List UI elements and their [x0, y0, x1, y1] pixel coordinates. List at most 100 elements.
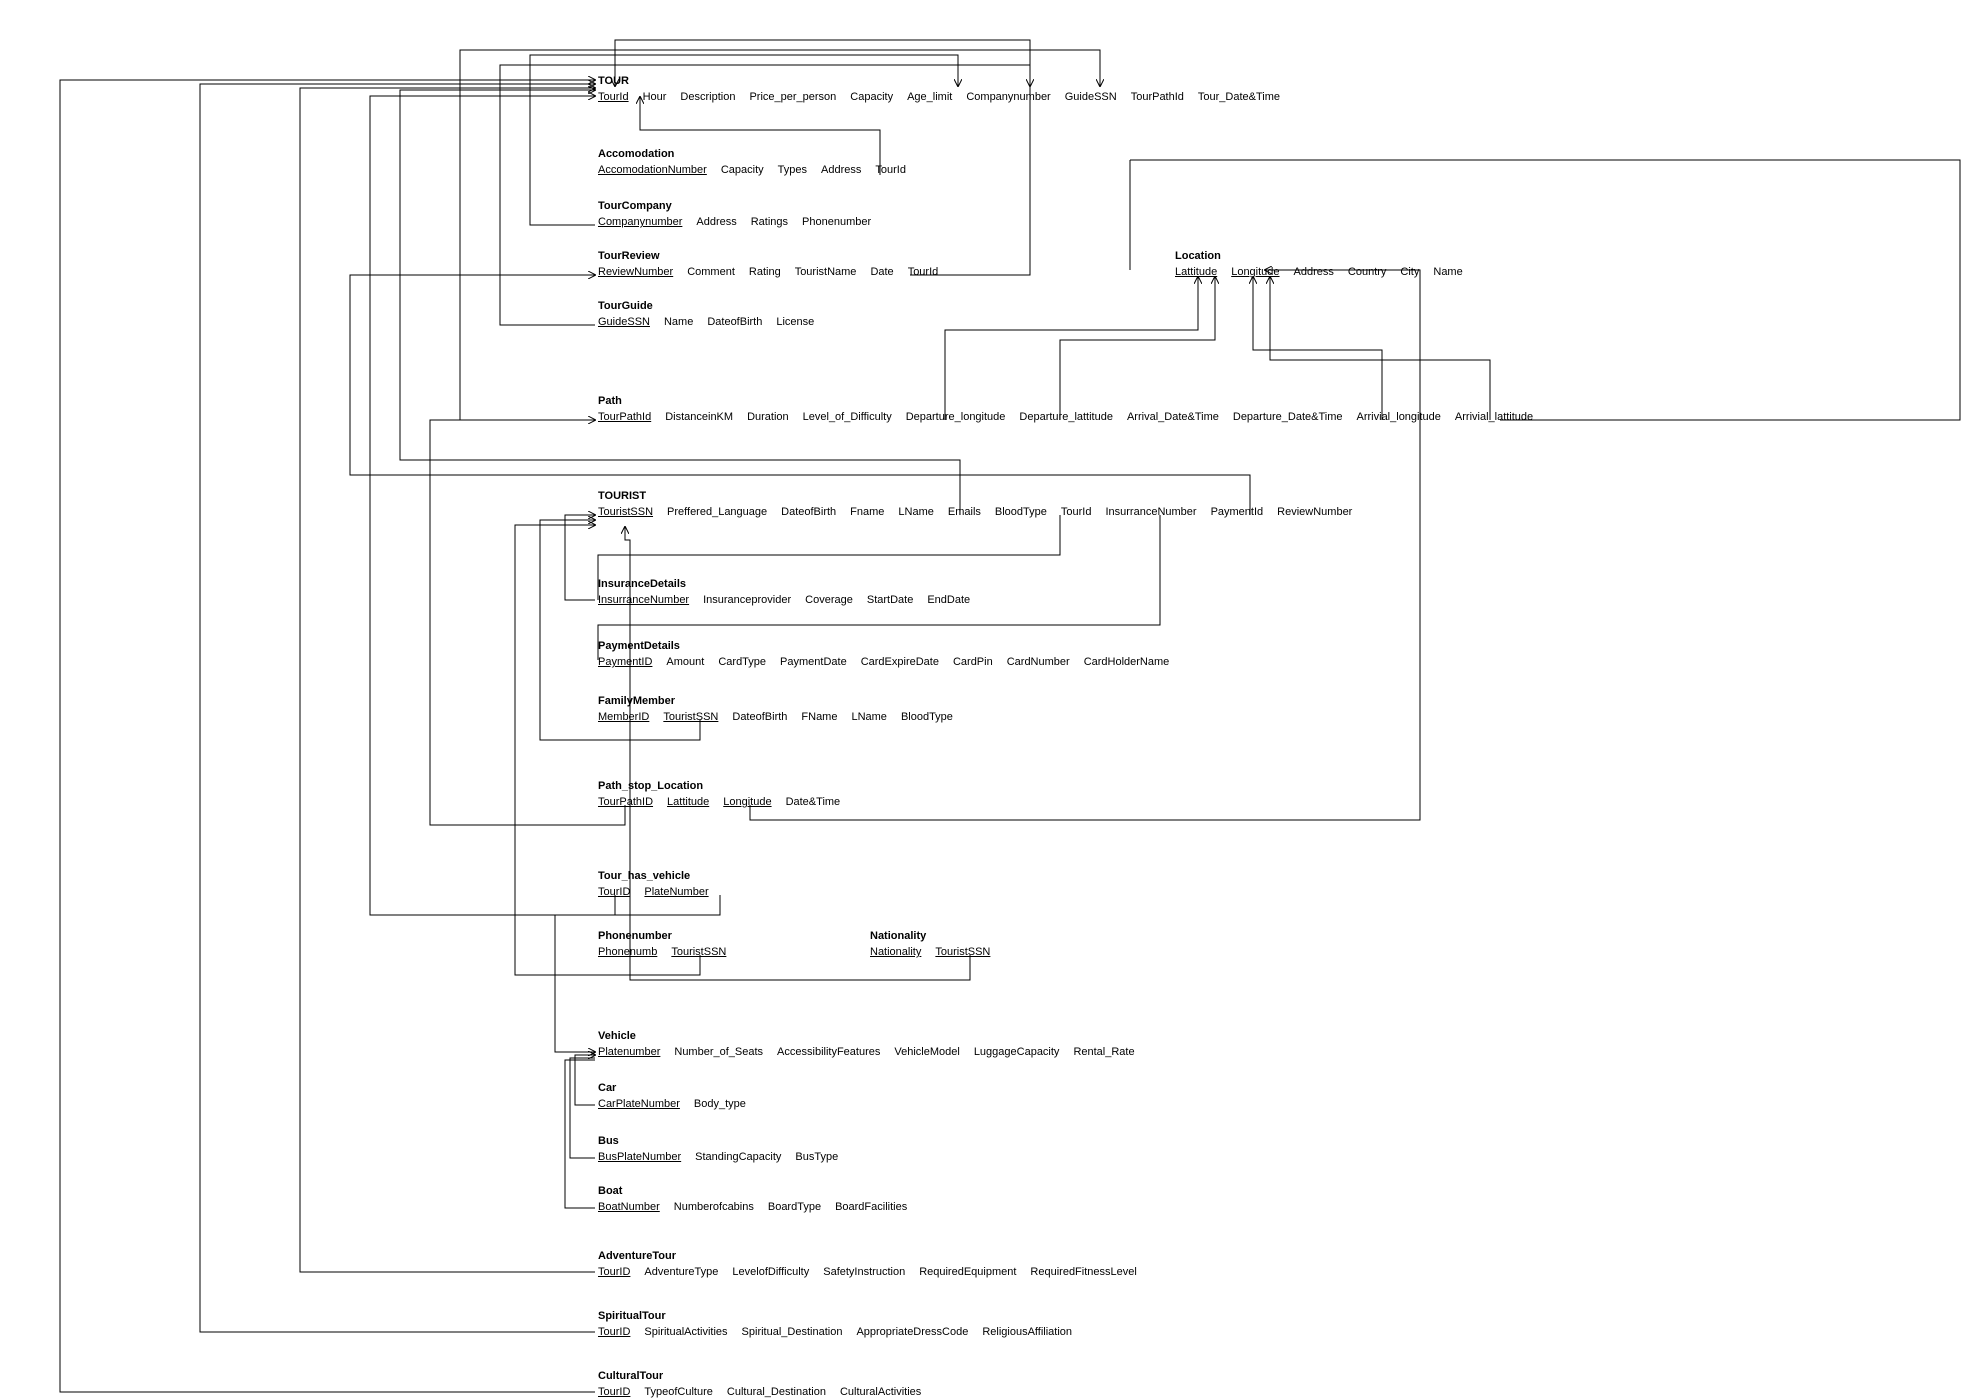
attr-paymentdetails-2: CardType — [718, 656, 766, 668]
attr-location-0: Lattitude — [1175, 266, 1217, 278]
entity-attrs-car: CarPlateNumber Body_type — [598, 1098, 746, 1110]
attr-paymentdetails-6: CardNumber — [1007, 656, 1070, 668]
attr-tourist-0: TouristSSN — [598, 506, 653, 518]
attr-accomodation-4: TourId — [875, 164, 906, 176]
attr-insurancedetails-4: EndDate — [927, 594, 970, 606]
attr-tour-9: Tour_Date&Time — [1198, 91, 1280, 103]
attr-tourist-9: PaymentId — [1211, 506, 1264, 518]
entity-name-tour: TOUR — [598, 75, 1280, 87]
entity-car: Car CarPlateNumber Body_type — [598, 1082, 746, 1110]
attr-tour-0: TourId — [598, 91, 629, 103]
attr-tourcompany-3: Phonenumber — [802, 216, 871, 228]
entity-attrs-spiritualtour: TourIDSpiritualActivitiesSpiritual_Desti… — [598, 1326, 1072, 1338]
entity-attrs-phonenumber: Phonenumb TouristSSN — [598, 946, 726, 958]
attr-boat-2: BoardType — [768, 1201, 821, 1213]
attr-vehicle-0: Platenumber — [598, 1046, 660, 1058]
attr-tourist-4: LName — [898, 506, 933, 518]
attr-accomodation-3: Address — [821, 164, 861, 176]
attr-path-0: TourPathId — [598, 411, 651, 423]
attr-tourist-7: TourId — [1061, 506, 1092, 518]
entity-name-paymentdetails: PaymentDetails — [598, 640, 1169, 652]
entity-tourcompany: TourCompanyCompanynumberAddressRatingsPh… — [598, 200, 871, 228]
attr-tour-4: Capacity — [850, 91, 893, 103]
entity-name-vehicle: Vehicle — [598, 1030, 1135, 1042]
attr-phonenumber-0: Phonenumb — [598, 946, 657, 958]
attr-tour-7: GuideSSN — [1065, 91, 1117, 103]
entity-vehicle: Vehicle PlatenumberNumber_of_SeatsAccessi… — [598, 1030, 1135, 1058]
entity-name-boat: Boat — [598, 1185, 907, 1197]
entity-name-culturaltour: CulturalTour — [598, 1370, 921, 1382]
entity-name-car: Car — [598, 1082, 746, 1094]
entity-attrs-insurancedetails: InsurranceNumberInsuranceproviderCoverag… — [598, 594, 970, 606]
attr-location-5: Name — [1433, 266, 1462, 278]
entity-attrs-tour: TourIdHourDescriptionPrice_per_personCap… — [598, 91, 1280, 103]
attr-tourguide-3: License — [776, 316, 814, 328]
attr-tourist-6: BloodType — [995, 506, 1047, 518]
attr-adventuretour-4: RequiredEquipment — [919, 1266, 1016, 1278]
entity-culturaltour: CulturalTour TourIDTypeofCultureCultural_… — [598, 1370, 921, 1398]
attr-path-3: Level_of_Difficulty — [803, 411, 892, 423]
attr-tour-3: Price_per_person — [749, 91, 836, 103]
attr-familymember-3: FName — [801, 711, 837, 723]
entity-name-spiritualtour: SpiritualTour — [598, 1310, 1072, 1322]
entity-attrs-location: LattitudeLongitudeAddressCountryCityName — [1175, 266, 1463, 278]
attr-paymentdetails-4: CardExpireDate — [861, 656, 939, 668]
relationship-lines — [0, 0, 1987, 1393]
attr-tourreview-2: Rating — [749, 266, 781, 278]
attr-tour-5: Age_limit — [907, 91, 952, 103]
attr-tourist-10: ReviewNumber — [1277, 506, 1352, 518]
entity-name-pathstoplocation: Path_stop_Location — [598, 780, 840, 792]
entity-location: LocationLattitudeLongitudeAddressCountry… — [1175, 250, 1463, 278]
attr-location-1: Longitude — [1231, 266, 1279, 278]
attr-car-0: CarPlateNumber — [598, 1098, 680, 1110]
attr-adventuretour-5: RequiredFitnessLevel — [1030, 1266, 1136, 1278]
attr-paymentdetails-5: CardPin — [953, 656, 993, 668]
attr-location-4: City — [1400, 266, 1419, 278]
entity-nationality: NationalityNationality TouristSSN — [870, 930, 990, 958]
attr-car-1: Body_type — [694, 1098, 746, 1110]
entity-attrs-vehicle: PlatenumberNumber_of_SeatsAccessibilityF… — [598, 1046, 1135, 1058]
entity-attrs-familymember: MemberIDTouristSSNDateofBirthFNameLNameB… — [598, 711, 953, 723]
entity-name-tourcompany: TourCompany — [598, 200, 871, 212]
entity-bus: BusBusPlateNumberStandingCapacityBusType — [598, 1135, 838, 1163]
entity-tourist: TOURISTTouristSSNPreffered_LanguageDateo… — [598, 490, 1352, 518]
attr-phonenumber-1: TouristSSN — [671, 946, 726, 958]
attr-path-7: Departure_Date&Time — [1233, 411, 1343, 423]
attr-accomodation-0: AccomodationNumber — [598, 164, 707, 176]
attr-boat-0: BoatNumber — [598, 1201, 660, 1213]
entity-attrs-adventuretour: TourIDAdventureTypeLevelofDifficultySafe… — [598, 1266, 1137, 1278]
attr-spiritualtour-3: AppropriateDressCode — [856, 1326, 968, 1338]
attr-spiritualtour-2: Spiritual_Destination — [742, 1326, 843, 1338]
attr-tourreview-1: Comment — [687, 266, 735, 278]
entity-name-tourhasvehicle: Tour_has_vehicle — [598, 870, 709, 882]
entity-attrs-tourist: TouristSSNPreffered_LanguageDateofBirthF… — [598, 506, 1352, 518]
attr-adventuretour-2: LevelofDifficulty — [732, 1266, 809, 1278]
entity-attrs-nationality: Nationality TouristSSN — [870, 946, 990, 958]
attr-insurancedetails-3: StartDate — [867, 594, 913, 606]
entity-name-insurancedetails: InsuranceDetails — [598, 578, 970, 590]
entity-attrs-tourhasvehicle: TourIDPlateNumber — [598, 886, 709, 898]
attr-adventuretour-0: TourID — [598, 1266, 630, 1278]
attr-tourhasvehicle-0: TourID — [598, 886, 630, 898]
entity-adventuretour: AdventureTourTourIDAdventureTypeLevelofD… — [598, 1250, 1137, 1278]
attr-adventuretour-3: SafetyInstruction — [823, 1266, 905, 1278]
attr-insurancedetails-0: InsurranceNumber — [598, 594, 689, 606]
attr-nationality-1: TouristSSN — [935, 946, 990, 958]
attr-tourcompany-1: Address — [696, 216, 736, 228]
attr-tourguide-0: GuideSSN — [598, 316, 650, 328]
attr-insurancedetails-2: Coverage — [805, 594, 853, 606]
entity-attrs-bus: BusPlateNumberStandingCapacityBusType — [598, 1151, 838, 1163]
attr-path-2: Duration — [747, 411, 789, 423]
attr-pathstoplocation-2: Longitude — [723, 796, 771, 808]
attr-tourist-3: Fname — [850, 506, 884, 518]
entity-name-tourguide: TourGuide — [598, 300, 814, 312]
attr-nationality-0: Nationality — [870, 946, 921, 958]
attr-boat-3: BoardFacilities — [835, 1201, 907, 1213]
attr-location-3: Country — [1348, 266, 1387, 278]
attr-accomodation-1: Capacity — [721, 164, 764, 176]
attr-accomodation-2: Types — [778, 164, 807, 176]
entity-attrs-culturaltour: TourIDTypeofCultureCultural_DestinationC… — [598, 1386, 921, 1398]
entity-attrs-tourguide: GuideSSNNameDateofBirthLicense — [598, 316, 814, 328]
entity-familymember: FamilyMemberMemberIDTouristSSNDateofBirt… — [598, 695, 953, 723]
attr-path-4: Departure_longitude — [906, 411, 1006, 423]
